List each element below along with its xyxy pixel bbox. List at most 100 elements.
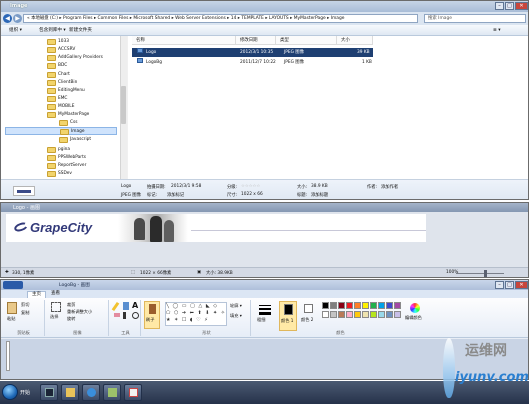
tree-item-selected[interactable]: Image bbox=[5, 127, 117, 135]
crop-button[interactable]: 裁剪 bbox=[67, 302, 75, 308]
tree-item[interactable]: EditingMenu bbox=[45, 87, 85, 95]
column-header-date[interactable]: 修改日期 bbox=[236, 36, 276, 45]
color-palette[interactable] bbox=[322, 302, 404, 322]
color-swatch[interactable] bbox=[354, 302, 361, 309]
cut-button[interactable]: 剪切 bbox=[21, 302, 29, 308]
tree-item[interactable]: 1033 bbox=[45, 38, 69, 46]
resize-button[interactable]: 重新调整大小 bbox=[67, 309, 92, 315]
minimize-button[interactable]: – bbox=[495, 2, 504, 10]
edit-colors-button[interactable]: 编辑颜色 bbox=[405, 302, 425, 328]
color-swatch[interactable] bbox=[370, 302, 377, 309]
taskbar-paint-button[interactable] bbox=[124, 384, 142, 401]
column-header-name[interactable]: 名称 bbox=[132, 36, 236, 45]
tree-item[interactable]: SSDev bbox=[45, 170, 72, 178]
logo-image-canvas[interactable]: GrapeCity bbox=[6, 214, 426, 242]
color-swatch[interactable] bbox=[330, 302, 337, 309]
color2-button[interactable]: 颜色 2 bbox=[300, 301, 318, 331]
magnifier-icon[interactable] bbox=[132, 312, 139, 319]
tree-item[interactable]: PPSWebParts bbox=[45, 154, 86, 162]
tree-item[interactable]: ACCSRV bbox=[45, 46, 75, 54]
fill-bucket-icon[interactable] bbox=[123, 302, 129, 310]
pencil-icon[interactable] bbox=[111, 301, 120, 312]
search-input[interactable]: 搜索 Image bbox=[424, 14, 526, 23]
color1-button[interactable]: 颜色 1 bbox=[279, 301, 297, 331]
select-icon[interactable] bbox=[51, 302, 61, 312]
color-swatch[interactable] bbox=[394, 302, 401, 309]
eraser-icon[interactable] bbox=[114, 313, 120, 317]
paint-canvas[interactable] bbox=[6, 341, 10, 371]
forward-arrow-icon[interactable]: ▶ bbox=[13, 14, 22, 23]
color-swatch[interactable] bbox=[338, 302, 345, 309]
detail-tags[interactable]: 添加标记 bbox=[167, 192, 184, 198]
address-bar[interactable]: « 本地磁盘 (C:) ▸ Program Files ▸ Common Fil… bbox=[23, 14, 418, 23]
color-swatch[interactable] bbox=[386, 311, 393, 318]
file-row[interactable]: Logo 2012/3/1 10:35 JPEG 图像 39 KB bbox=[132, 48, 373, 57]
include-library-button[interactable]: 包含到库中 ▾ bbox=[39, 27, 66, 34]
file-row[interactable]: LogoBg 2011/12/7 10:22 JPEG 图像 1 KB bbox=[132, 58, 373, 67]
color-swatch[interactable] bbox=[330, 311, 337, 318]
color-swatch[interactable] bbox=[322, 302, 329, 309]
tab-home[interactable]: 主页 bbox=[27, 291, 46, 298]
zoom-slider-knob[interactable] bbox=[484, 270, 487, 277]
new-folder-button[interactable]: 新建文件夹 bbox=[69, 27, 92, 34]
color-swatch[interactable] bbox=[386, 302, 393, 309]
color-swatch[interactable] bbox=[346, 302, 353, 309]
navigation-pane[interactable]: 1033 ACCSRV AddGallery Providers BDC Cha… bbox=[1, 36, 127, 179]
color-swatch[interactable] bbox=[394, 311, 401, 318]
close-button[interactable]: ✕ bbox=[515, 281, 528, 289]
color-swatch[interactable] bbox=[362, 302, 369, 309]
tree-item[interactable]: AddGallery Providers bbox=[45, 54, 103, 62]
color-swatch[interactable] bbox=[322, 311, 329, 318]
zoom-slider[interactable] bbox=[456, 273, 504, 274]
shapes-gallery[interactable]: ╲ ◯ ▭ ▢ △ ◣ ◇ ⬠ ⬡ ➔ ⬅ ⬆ ⬇ ✦ ✧ ★ ✶ ☐ ◖ ♡ … bbox=[165, 302, 227, 326]
minimize-button[interactable]: – bbox=[495, 281, 504, 289]
tree-item[interactable]: BDC bbox=[45, 62, 67, 70]
close-button[interactable]: ✕ bbox=[515, 2, 528, 10]
shape-fill-button[interactable]: 填充 ▾ bbox=[230, 313, 242, 319]
color-swatch[interactable] bbox=[362, 311, 369, 318]
tab-view[interactable]: 查看 bbox=[47, 291, 64, 297]
tree-item[interactable]: EMC bbox=[45, 95, 67, 103]
tree-item[interactable]: MyMasterPage bbox=[45, 111, 89, 119]
detail-author[interactable]: 添加作者 bbox=[381, 184, 398, 190]
color-swatch[interactable] bbox=[370, 311, 377, 318]
paint-title-bar[interactable]: LogoBg - 画图 – □ ✕ bbox=[1, 280, 528, 290]
paste-button[interactable]: 粘贴 bbox=[7, 316, 15, 322]
color-swatch[interactable] bbox=[346, 311, 353, 318]
color-picker-icon[interactable] bbox=[123, 312, 126, 319]
text-tool-icon[interactable]: A bbox=[132, 301, 140, 310]
explorer-title-bar[interactable]: Image – □ ✕ bbox=[1, 1, 528, 12]
paste-icon[interactable] bbox=[7, 302, 17, 314]
start-orb-icon[interactable] bbox=[2, 384, 18, 400]
tree-item[interactable]: Javascript bbox=[57, 136, 91, 144]
taskbar-app-button[interactable] bbox=[103, 384, 121, 401]
tree-item[interactable]: MOBILE bbox=[45, 103, 74, 111]
paint-menu-button[interactable] bbox=[3, 281, 23, 289]
maximize-button[interactable]: □ bbox=[505, 2, 514, 10]
file-list[interactable]: 名称 修改日期 类型 大小 Logo 2012/3/1 10:35 JPEG 图… bbox=[128, 36, 528, 179]
shape-outline-button[interactable]: 轮廓 ▾ bbox=[230, 303, 242, 309]
tree-item[interactable]: pgina bbox=[45, 146, 70, 154]
color-swatch[interactable] bbox=[378, 302, 385, 309]
color-swatch[interactable] bbox=[378, 311, 385, 318]
view-options-button[interactable]: ≣ ▾ bbox=[493, 27, 501, 34]
brushes-button[interactable]: 刷子 bbox=[144, 301, 160, 329]
copy-button[interactable]: 复制 bbox=[21, 310, 29, 316]
tree-item[interactable]: ReportServer bbox=[45, 162, 86, 170]
tree-item[interactable]: Chart bbox=[45, 71, 70, 79]
detail-rating-stars[interactable]: ☆☆☆☆☆ bbox=[241, 184, 260, 189]
tree-item[interactable]: Css bbox=[57, 119, 77, 127]
nav-scroll-thumb[interactable] bbox=[121, 86, 126, 124]
select-button[interactable]: 选择 bbox=[50, 314, 58, 320]
taskbar-browser-button[interactable] bbox=[82, 384, 100, 401]
rotate-button[interactable]: 旋转 bbox=[67, 316, 75, 322]
size-button[interactable]: 粗细 bbox=[256, 302, 274, 324]
maximize-button[interactable]: □ bbox=[505, 281, 514, 289]
column-header-size[interactable]: 大小 bbox=[337, 36, 373, 45]
color-swatch[interactable] bbox=[338, 311, 345, 318]
tree-item[interactable]: ClientBin bbox=[45, 79, 77, 87]
organize-button[interactable]: 组织 ▾ bbox=[9, 27, 22, 34]
back-arrow-icon[interactable]: ◀ bbox=[3, 14, 12, 23]
taskbar-explorer-button[interactable] bbox=[61, 384, 79, 401]
logo-window-title-bar[interactable]: Logo - 画图 bbox=[1, 203, 528, 212]
